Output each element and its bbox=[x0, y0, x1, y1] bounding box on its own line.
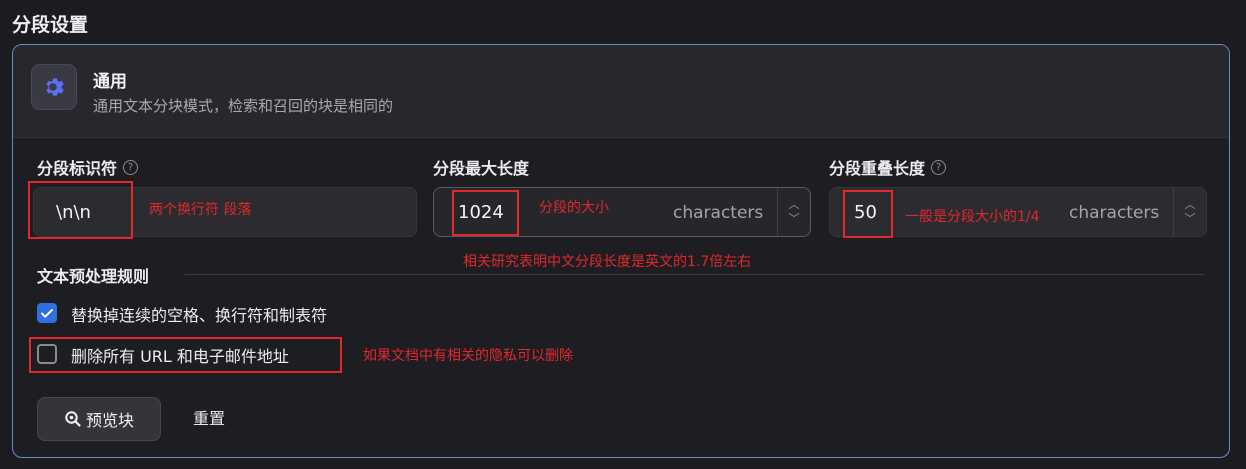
preprocess-title: 文本预处理规则 bbox=[37, 267, 150, 286]
annotation-box bbox=[452, 190, 519, 236]
help-icon[interactable]: ? bbox=[123, 159, 139, 175]
mode-icon-container bbox=[31, 64, 77, 110]
help-icon[interactable]: ? bbox=[931, 159, 947, 175]
max-length-label: 分段最大长度 bbox=[433, 159, 530, 178]
rule-checkbox-whitespace[interactable] bbox=[37, 303, 57, 323]
annotation-max-length-note: 分段的大小 bbox=[539, 200, 609, 216]
annotation-privacy-note: 如果文档中有相关的隐私可以删除 bbox=[363, 348, 573, 364]
search-icon bbox=[65, 411, 81, 427]
section-title: 分段设置 bbox=[12, 14, 89, 36]
annotation-overlap-note: 一般是分段大小的1/4 bbox=[905, 209, 1040, 225]
gear-icon bbox=[46, 78, 64, 96]
annotation-box bbox=[28, 181, 133, 239]
max-length-unit: characters bbox=[673, 203, 764, 223]
reset-button[interactable]: 重置 bbox=[181, 397, 237, 441]
max-length-label-row: 分段最大长度 bbox=[433, 155, 529, 179]
preview-button-label: 预览块 bbox=[85, 411, 134, 430]
max-length-stepper[interactable]: ︿ ﹀ bbox=[777, 188, 810, 236]
annotation-box bbox=[29, 337, 342, 373]
check-icon bbox=[41, 309, 53, 318]
increment-icon[interactable]: ︿ bbox=[789, 198, 800, 212]
divider bbox=[185, 274, 1205, 275]
overlap-label: 分段重叠长度 bbox=[829, 159, 926, 178]
mode-title: 通用 bbox=[93, 72, 127, 92]
delimiter-label-row: 分段标识符 ? bbox=[37, 155, 139, 179]
delimiter-label: 分段标识符 bbox=[37, 159, 118, 178]
annotation-box bbox=[843, 190, 893, 238]
preview-button[interactable]: 预览块 bbox=[37, 397, 161, 441]
mode-header[interactable]: 通用 通用文本分块模式，检索和召回的块是相同的 bbox=[13, 45, 1229, 138]
increment-icon[interactable]: ︿ bbox=[1185, 198, 1196, 212]
annotation-ratio-note: 相关研究表明中文分段长度是英文的1.7倍左右 bbox=[463, 254, 752, 270]
rule-label-whitespace[interactable]: 替换掉连续的空格、换行符和制表符 bbox=[71, 302, 327, 326]
general-mode-panel[interactable]: 通用 通用文本分块模式，检索和召回的块是相同的 分段标识符 ? \n\n 两个换… bbox=[12, 44, 1230, 458]
overlap-unit: characters bbox=[1069, 203, 1160, 223]
overlap-label-row: 分段重叠长度 ? bbox=[829, 155, 947, 179]
overlap-stepper[interactable]: ︿ ﹀ bbox=[1173, 188, 1206, 236]
mode-description: 通用文本分块模式，检索和召回的块是相同的 bbox=[93, 97, 394, 115]
annotation-delimiter-note: 两个换行符 段落 bbox=[149, 202, 252, 218]
decrement-icon[interactable]: ﹀ bbox=[1185, 212, 1196, 226]
decrement-icon[interactable]: ﹀ bbox=[789, 212, 800, 226]
